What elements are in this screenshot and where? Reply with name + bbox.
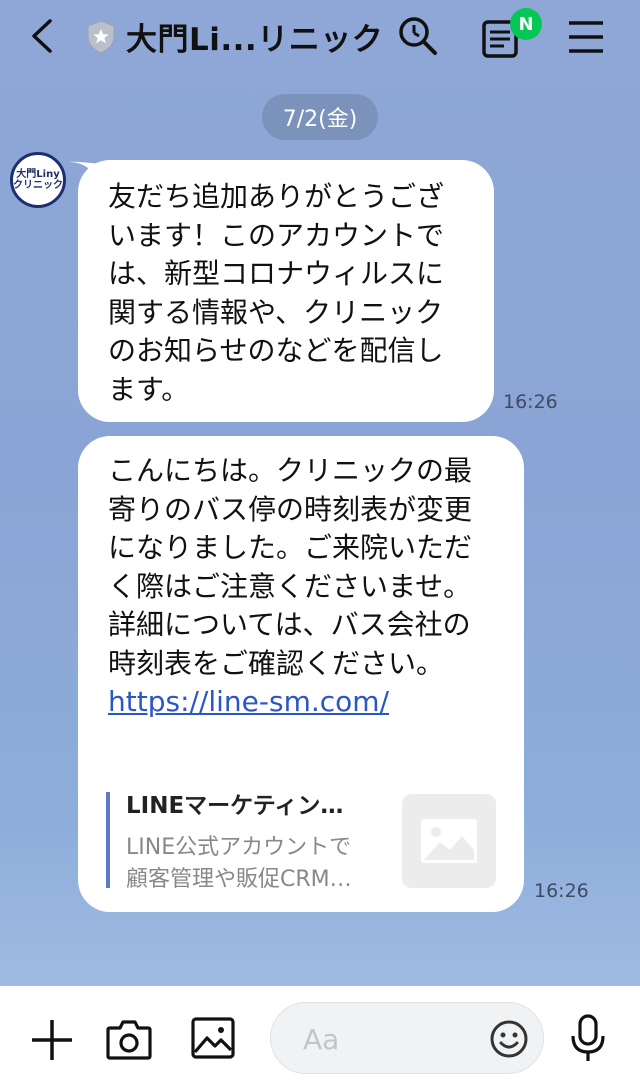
image-button[interactable] bbox=[190, 1016, 236, 1060]
message-text-line: 時刻表をご確認ください。 bbox=[108, 646, 445, 680]
preview-title: LINEマーケティン… bbox=[126, 793, 344, 819]
menu-button[interactable] bbox=[566, 18, 606, 56]
camera-icon bbox=[106, 1020, 152, 1060]
avatar-label-line1: 大門Liny bbox=[16, 169, 60, 180]
plus-icon bbox=[32, 1020, 72, 1060]
message-text-line: く際はご注意くださいませ。 bbox=[108, 569, 472, 603]
notification-badge: N bbox=[510, 8, 542, 40]
microphone-icon bbox=[571, 1014, 605, 1061]
image-placeholder-icon bbox=[421, 819, 477, 863]
message-text-line: 詳細については、バス会社の bbox=[108, 608, 471, 641]
message-text-line: は、新型コロナウィルスに bbox=[108, 257, 445, 290]
message-input[interactable]: Aa bbox=[270, 1002, 544, 1074]
emoji-icon bbox=[490, 1020, 528, 1058]
message-text-line: ます。 bbox=[108, 372, 190, 406]
add-button[interactable] bbox=[30, 1018, 74, 1062]
preview-accent-bar bbox=[106, 792, 110, 888]
preview-description-line: LINE公式アカウントで bbox=[126, 835, 352, 860]
camera-button[interactable] bbox=[106, 1018, 152, 1060]
avatar[interactable]: 大門Liny クリニック bbox=[10, 152, 66, 208]
menu-icon bbox=[569, 21, 603, 53]
avatar-label-line2: クリニック bbox=[13, 180, 63, 191]
message-text-line: 関する情報や、クリニック bbox=[108, 295, 444, 329]
input-placeholder: Aa bbox=[303, 1023, 340, 1056]
message-bubble[interactable]: こんにちは。クリニックの最 寄りのバス停の時刻表が変更 になりました。ご来院いた… bbox=[78, 436, 524, 912]
message-bubble[interactable]: 友だち追加ありがとうござ います！このアカウントで は、新型コロナウィルスに 関… bbox=[78, 160, 494, 422]
chat-header: 大門Li...リニック N bbox=[0, 0, 640, 76]
message-timestamp: 16:26 bbox=[503, 391, 558, 413]
message-text-line: 友だち追加ありがとうござ bbox=[108, 180, 445, 213]
emoji-button[interactable] bbox=[489, 1019, 529, 1059]
date-separator: 7/2(金) bbox=[262, 94, 378, 140]
back-button[interactable] bbox=[24, 16, 64, 56]
preview-thumbnail bbox=[402, 794, 496, 888]
search-button[interactable] bbox=[396, 14, 440, 58]
message-input-bar: Aa bbox=[0, 986, 640, 1088]
preview-description: LINE公式アカウントで 顧客管理や販促CRM… bbox=[126, 832, 382, 896]
message-text-line: 寄りのバス停の時刻表が変更 bbox=[108, 492, 473, 526]
image-icon bbox=[191, 1017, 235, 1059]
message-text-line: います！このアカウントで bbox=[108, 218, 445, 252]
message-link[interactable]: https://line-sm.com/ bbox=[108, 683, 500, 722]
back-chevron-icon bbox=[32, 19, 52, 53]
chat-title[interactable]: 大門Li...リニック bbox=[126, 14, 383, 59]
preview-description-line: 顧客管理や販促CRM… bbox=[126, 867, 352, 892]
message-text-line: になりました。ご来院いただ bbox=[108, 531, 473, 564]
search-icon bbox=[399, 17, 437, 55]
link-preview-card[interactable]: LINEマーケティン… LINE公式アカウントで 顧客管理や販促CRM… bbox=[106, 792, 498, 892]
message-text-line: こんにちは。クリニックの最 bbox=[108, 454, 473, 487]
shield-star-icon bbox=[86, 20, 116, 54]
microphone-button[interactable] bbox=[568, 1014, 608, 1064]
message-text-line: のお知らせのなどを配信し bbox=[108, 334, 444, 367]
message-timestamp: 16:26 bbox=[534, 880, 589, 902]
